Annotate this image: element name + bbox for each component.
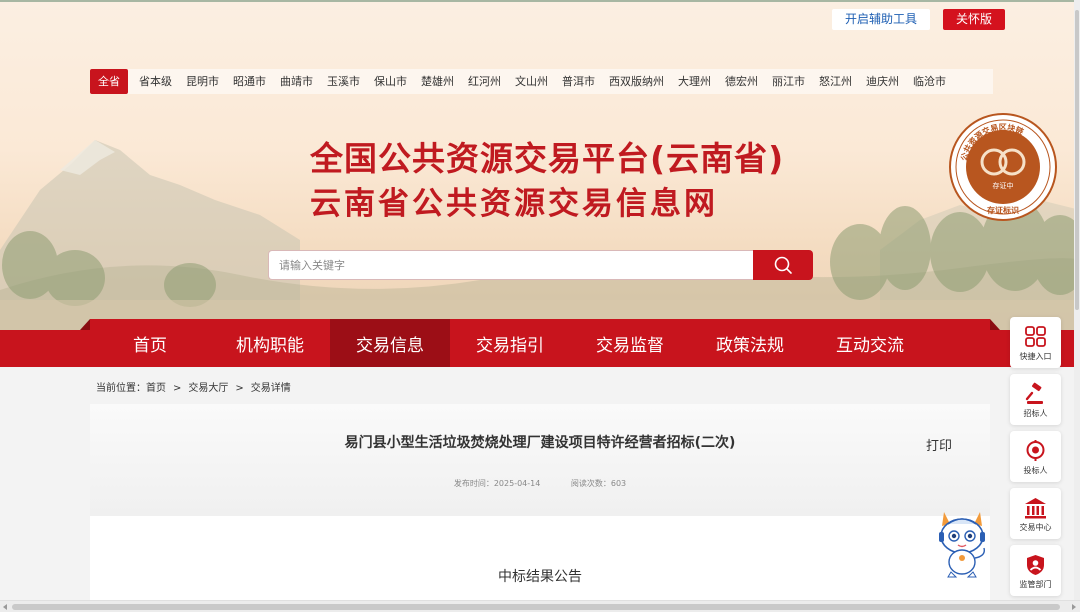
search-field xyxy=(268,250,754,280)
nav-policies[interactable]: 政策法规 xyxy=(690,319,810,367)
search-icon xyxy=(774,256,792,274)
nav-supervision[interactable]: 交易监督 xyxy=(570,319,690,367)
grid-icon xyxy=(1025,326,1046,347)
view-count: 阅读次数：603 xyxy=(571,479,626,488)
publish-time-label: 发布时间： xyxy=(453,479,494,488)
breadcrumb: 当前位置：首页 > 交易大厅 > 交易详情 xyxy=(96,379,291,394)
city-tab[interactable]: 怒江州 xyxy=(812,69,859,94)
view-count-label: 阅读次数： xyxy=(570,479,611,488)
horizontal-scrollbar[interactable] xyxy=(0,600,1080,612)
nav-fold-left xyxy=(80,319,90,330)
location-pin-icon xyxy=(1026,440,1045,461)
city-tab[interactable]: 昭通市 xyxy=(226,69,273,94)
seal-center-text: 存证中 xyxy=(993,181,1014,190)
article-panel: 易门县小型生活垃圾焚烧处理厂建设项目特许经营者招标(二次) 打印 发布时间：20… xyxy=(90,404,990,612)
vertical-scrollbar-thumb[interactable] xyxy=(1075,10,1079,310)
city-tab-all[interactable]: 全省 xyxy=(90,69,128,94)
regulator-button[interactable]: 监管部门 xyxy=(1010,545,1061,596)
article-meta: 发布时间：2025-04-14 阅读次数：603 xyxy=(90,478,990,489)
trading-center-button[interactable]: 交易中心 xyxy=(1010,488,1061,539)
shield-icon xyxy=(1027,555,1044,575)
care-mode-button[interactable]: 关怀版 xyxy=(943,9,1005,30)
city-tab[interactable]: 玉溪市 xyxy=(320,69,367,94)
view-count-value: 603 xyxy=(610,479,627,488)
breadcrumb-home[interactable]: 首页 xyxy=(146,383,166,394)
search-input[interactable] xyxy=(269,251,754,279)
city-tab[interactable]: 保山市 xyxy=(367,69,414,94)
city-tab[interactable]: 文山州 xyxy=(508,69,555,94)
bidder-label: 投标人 xyxy=(1023,466,1048,475)
breadcrumb-prefix: 当前位置： xyxy=(96,383,146,394)
breadcrumb-trading-hall[interactable]: 交易大厅 xyxy=(188,383,228,394)
publish-time-value: 2025-04-14 xyxy=(493,479,541,488)
article-header: 易门县小型生活垃圾焚烧处理厂建设项目特许经营者招标(二次) 打印 发布时间：20… xyxy=(90,404,990,516)
city-tab[interactable]: 红河州 xyxy=(461,69,508,94)
search-button[interactable] xyxy=(753,250,813,280)
city-tab[interactable]: 大理州 xyxy=(671,69,718,94)
breadcrumb-separator: > xyxy=(235,383,244,394)
nav-functions[interactable]: 机构职能 xyxy=(210,319,330,367)
gavel-icon xyxy=(1025,382,1043,404)
vertical-scrollbar[interactable] xyxy=(1074,0,1080,600)
tenderer-label: 招标人 xyxy=(1023,409,1048,418)
nav-trading-info[interactable]: 交易信息 xyxy=(330,319,450,367)
quick-entry-button[interactable]: 快捷入口 xyxy=(1010,317,1061,368)
blockchain-seal-icon[interactable]: 公共资源交易区块链 存证中 存证标识 xyxy=(948,112,1058,222)
nav-home[interactable]: 首页 xyxy=(90,319,210,367)
scroll-left-arrow-icon[interactable] xyxy=(3,604,7,610)
quick-entry-label: 快捷入口 xyxy=(1019,352,1052,361)
city-tab[interactable]: 丽江市 xyxy=(765,69,812,94)
seal-bottom-text: 存证标识 xyxy=(986,205,1019,215)
breadcrumb-current: 交易详情 xyxy=(250,383,291,394)
article-title: 易门县小型生活垃圾焚烧处理厂建设项目特许经营者招标(二次) xyxy=(344,435,736,451)
building-icon xyxy=(1025,498,1046,519)
publish-time: 发布时间：2025-04-14 xyxy=(454,479,541,488)
city-tab[interactable]: 昆明市 xyxy=(179,69,226,94)
notice-heading: 中标结果公告 xyxy=(498,569,582,585)
mascot-assistant-icon[interactable] xyxy=(934,506,990,578)
city-tab[interactable]: 临沧市 xyxy=(906,69,953,94)
breadcrumb-separator: > xyxy=(173,383,182,394)
header-banner: 开启辅助工具 关怀版 全省 省本级 昆明市 昭通市 曲靖市 玉溪市 保山市 楚雄… xyxy=(0,0,1080,332)
nav-interaction[interactable]: 互动交流 xyxy=(810,319,930,367)
city-tab[interactable]: 迪庆州 xyxy=(859,69,906,94)
regulator-label: 监管部门 xyxy=(1019,580,1052,589)
city-tab[interactable]: 西双版纳州 xyxy=(602,69,671,94)
city-selector-bar: 全省 省本级 昆明市 昭通市 曲靖市 玉溪市 保山市 楚雄州 红河州 文山州 普… xyxy=(90,69,993,94)
tenderer-button[interactable]: 招标人 xyxy=(1010,374,1061,425)
nav-trading-guide[interactable]: 交易指引 xyxy=(450,319,570,367)
bidder-button[interactable]: 投标人 xyxy=(1010,431,1061,482)
horizontal-scrollbar-thumb[interactable] xyxy=(12,604,1060,610)
site-title-primary: 全国公共资源交易平台(云南省) xyxy=(310,139,785,178)
site-title-secondary: 云南省公共资源交易信息网 xyxy=(310,186,718,222)
city-tab[interactable]: 省本级 xyxy=(132,69,179,94)
city-tab[interactable]: 楚雄州 xyxy=(414,69,461,94)
main-nav: 首页 机构职能 交易信息 交易指引 交易监督 政策法规 互动交流 xyxy=(90,319,990,367)
city-tab[interactable]: 德宏州 xyxy=(718,69,765,94)
print-button[interactable]: 打印 xyxy=(926,435,952,454)
scroll-right-arrow-icon[interactable] xyxy=(1072,604,1076,610)
trading-center-label: 交易中心 xyxy=(1019,523,1052,532)
assist-tools-button[interactable]: 开启辅助工具 xyxy=(832,9,930,30)
nav-fold-right xyxy=(990,319,1000,330)
city-tab[interactable]: 普洱市 xyxy=(555,69,602,94)
city-tab[interactable]: 曲靖市 xyxy=(273,69,320,94)
